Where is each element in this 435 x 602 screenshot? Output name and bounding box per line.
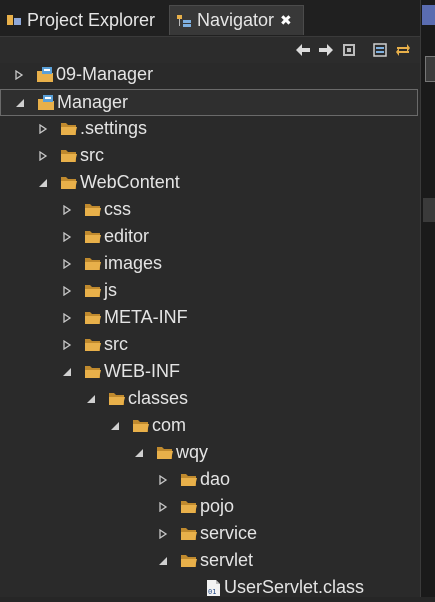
tree-item[interactable]: css bbox=[0, 197, 418, 224]
tab-label: Project Explorer bbox=[27, 9, 156, 30]
tree-item-label: WEB-INF bbox=[104, 361, 180, 381]
expanded-arrow-icon[interactable] bbox=[15, 98, 25, 108]
tree-item-label: 09-Manager bbox=[56, 64, 154, 84]
tree-item-label: Manager bbox=[57, 92, 129, 112]
tree-item-label: com bbox=[152, 415, 187, 435]
tree-item[interactable]: src bbox=[0, 332, 418, 359]
folder-icon bbox=[84, 336, 102, 354]
editor-widget-edge bbox=[423, 198, 435, 222]
folder-icon bbox=[84, 201, 102, 219]
class-file-icon: 01 bbox=[204, 579, 222, 597]
folder-icon bbox=[60, 120, 78, 138]
link-with-editor-icon[interactable] bbox=[393, 40, 413, 60]
close-icon[interactable]: ✖ bbox=[280, 12, 292, 29]
collapsed-arrow-icon[interactable] bbox=[158, 529, 168, 539]
view-tab-bar: Project Explorer Navigator ✖ bbox=[0, 0, 420, 36]
tree-item[interactable]: src bbox=[0, 143, 418, 170]
navigator-panel: Project Explorer Navigator ✖ 09-Manager M… bbox=[0, 0, 420, 597]
tree-item-label: src bbox=[104, 334, 128, 354]
project-icon bbox=[37, 94, 55, 112]
tree-item-label: images bbox=[104, 253, 163, 273]
collapsed-arrow-icon[interactable] bbox=[62, 232, 72, 242]
tree-item-label: pojo bbox=[200, 496, 235, 516]
folder-icon bbox=[84, 282, 102, 300]
tree-item[interactable]: .settings bbox=[0, 116, 418, 143]
collapsed-arrow-icon[interactable] bbox=[38, 124, 48, 134]
tree-item-label: .settings bbox=[80, 118, 148, 138]
view-toolbar bbox=[0, 36, 420, 63]
tree-item[interactable]: wqy bbox=[0, 440, 418, 467]
tree-item[interactable]: META-INF bbox=[0, 305, 418, 332]
go-into-icon[interactable] bbox=[339, 40, 359, 60]
tree-item[interactable]: pojo bbox=[0, 494, 418, 521]
navigator-icon bbox=[176, 13, 192, 29]
folder-icon bbox=[84, 228, 102, 246]
folder-icon bbox=[84, 309, 102, 327]
editor-area-edge bbox=[420, 0, 435, 597]
collapse-all-icon[interactable] bbox=[370, 40, 390, 60]
expanded-arrow-icon[interactable] bbox=[62, 367, 72, 377]
tree-item[interactable]: js bbox=[0, 278, 418, 305]
tree-item[interactable]: images bbox=[0, 251, 418, 278]
project-explorer-icon bbox=[6, 12, 22, 28]
folder-icon bbox=[180, 498, 198, 516]
tree-item[interactable]: com bbox=[0, 413, 418, 440]
tree-item-label: src bbox=[80, 145, 104, 165]
tree-item[interactable]: editor bbox=[0, 224, 418, 251]
collapsed-arrow-icon[interactable] bbox=[158, 475, 168, 485]
tree-item-label: dao bbox=[200, 469, 231, 489]
tree-item-label: META-INF bbox=[104, 307, 188, 327]
tree-item[interactable]: servlet bbox=[0, 548, 418, 575]
collapsed-arrow-icon[interactable] bbox=[62, 286, 72, 296]
collapsed-arrow-icon[interactable] bbox=[158, 502, 168, 512]
tree-item[interactable]: service bbox=[0, 521, 418, 548]
svg-text:01: 01 bbox=[208, 588, 216, 596]
tree-item[interactable]: WebContent bbox=[0, 170, 418, 197]
tab-label: Navigator bbox=[197, 10, 275, 30]
tree-item[interactable]: 09-Manager bbox=[0, 62, 418, 89]
collapsed-arrow-icon[interactable] bbox=[14, 70, 24, 80]
expanded-arrow-icon[interactable] bbox=[134, 448, 144, 458]
collapsed-arrow-icon[interactable] bbox=[62, 313, 72, 323]
folder-icon bbox=[108, 390, 126, 408]
tree-item-label: css bbox=[104, 199, 131, 219]
tab-navigator[interactable]: Navigator ✖ bbox=[169, 5, 304, 35]
tree-item-label: editor bbox=[104, 226, 150, 246]
tree-item[interactable]: Manager bbox=[0, 89, 418, 116]
folder-icon bbox=[84, 255, 102, 273]
tree-item-label: wqy bbox=[176, 442, 209, 462]
tab-project-explorer[interactable]: Project Explorer bbox=[0, 5, 166, 35]
tree-item-label: js bbox=[104, 280, 117, 300]
tree-item-label: UserServlet.class bbox=[224, 577, 365, 597]
tree-item[interactable]: dao bbox=[0, 467, 418, 494]
tree-item-label: classes bbox=[128, 388, 189, 408]
expanded-arrow-icon[interactable] bbox=[86, 394, 96, 404]
tree-item[interactable]: WEB-INF bbox=[0, 359, 418, 386]
folder-icon bbox=[180, 525, 198, 543]
folder-icon bbox=[180, 471, 198, 489]
folder-icon bbox=[180, 552, 198, 570]
editor-widget-edge bbox=[425, 56, 435, 82]
editor-tab-icon bbox=[422, 5, 435, 25]
folder-icon bbox=[60, 174, 78, 192]
tree-item-label: WebContent bbox=[80, 172, 180, 192]
project-icon bbox=[36, 66, 54, 84]
tree-item[interactable]: classes bbox=[0, 386, 418, 413]
back-icon[interactable] bbox=[293, 40, 313, 60]
tree-item-label: servlet bbox=[200, 550, 254, 570]
collapsed-arrow-icon[interactable] bbox=[38, 151, 48, 161]
folder-icon bbox=[156, 444, 174, 462]
tree-item-file[interactable]: 01 UserServlet.class bbox=[0, 575, 418, 602]
collapsed-arrow-icon[interactable] bbox=[62, 259, 72, 269]
expanded-arrow-icon[interactable] bbox=[158, 556, 168, 566]
folder-icon bbox=[60, 147, 78, 165]
forward-icon[interactable] bbox=[316, 40, 336, 60]
collapsed-arrow-icon[interactable] bbox=[62, 205, 72, 215]
expanded-arrow-icon[interactable] bbox=[38, 178, 48, 188]
folder-icon bbox=[84, 363, 102, 381]
collapsed-arrow-icon[interactable] bbox=[62, 340, 72, 350]
folder-icon bbox=[132, 417, 150, 435]
tree-item-label: service bbox=[200, 523, 258, 543]
expanded-arrow-icon[interactable] bbox=[110, 421, 120, 431]
